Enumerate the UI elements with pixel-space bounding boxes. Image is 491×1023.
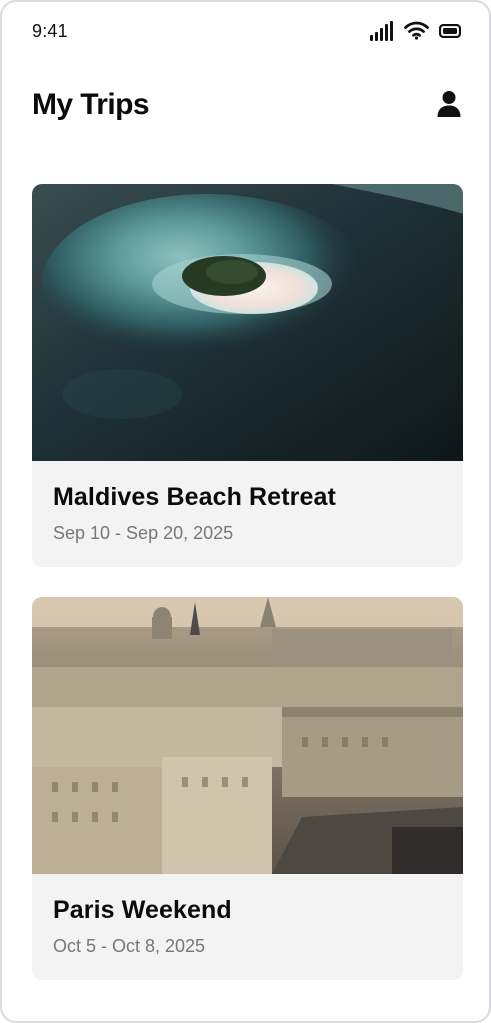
trip-card[interactable]: Maldives Beach Retreat Sep 10 - Sep 20, … <box>32 184 463 567</box>
trip-dates: Oct 5 - Oct 8, 2025 <box>53 936 206 956</box>
trip-card-image <box>32 597 463 874</box>
page-title: My Trips <box>32 88 150 121</box>
status-icons <box>370 20 462 46</box>
phone-frame: 9:41 My Trips Maldives Beach Retreat Sep… <box>0 0 491 1023</box>
trip-card-image <box>32 184 463 461</box>
trip-title: Paris Weekend <box>53 896 232 924</box>
trip-title: Maldives Beach Retreat <box>53 483 336 511</box>
trip-dates: Sep 10 - Sep 20, 2025 <box>53 523 234 543</box>
profile-button[interactable] <box>431 88 461 122</box>
status-bar: 9:41 <box>2 2 489 62</box>
signal-icon <box>370 20 394 46</box>
status-time: 9:41 <box>32 21 68 41</box>
trip-card[interactable]: Paris Weekend Oct 5 - Oct 8, 2025 <box>32 597 463 980</box>
header: My Trips <box>2 82 489 132</box>
wifi-icon <box>404 21 429 45</box>
battery-icon <box>438 23 462 43</box>
